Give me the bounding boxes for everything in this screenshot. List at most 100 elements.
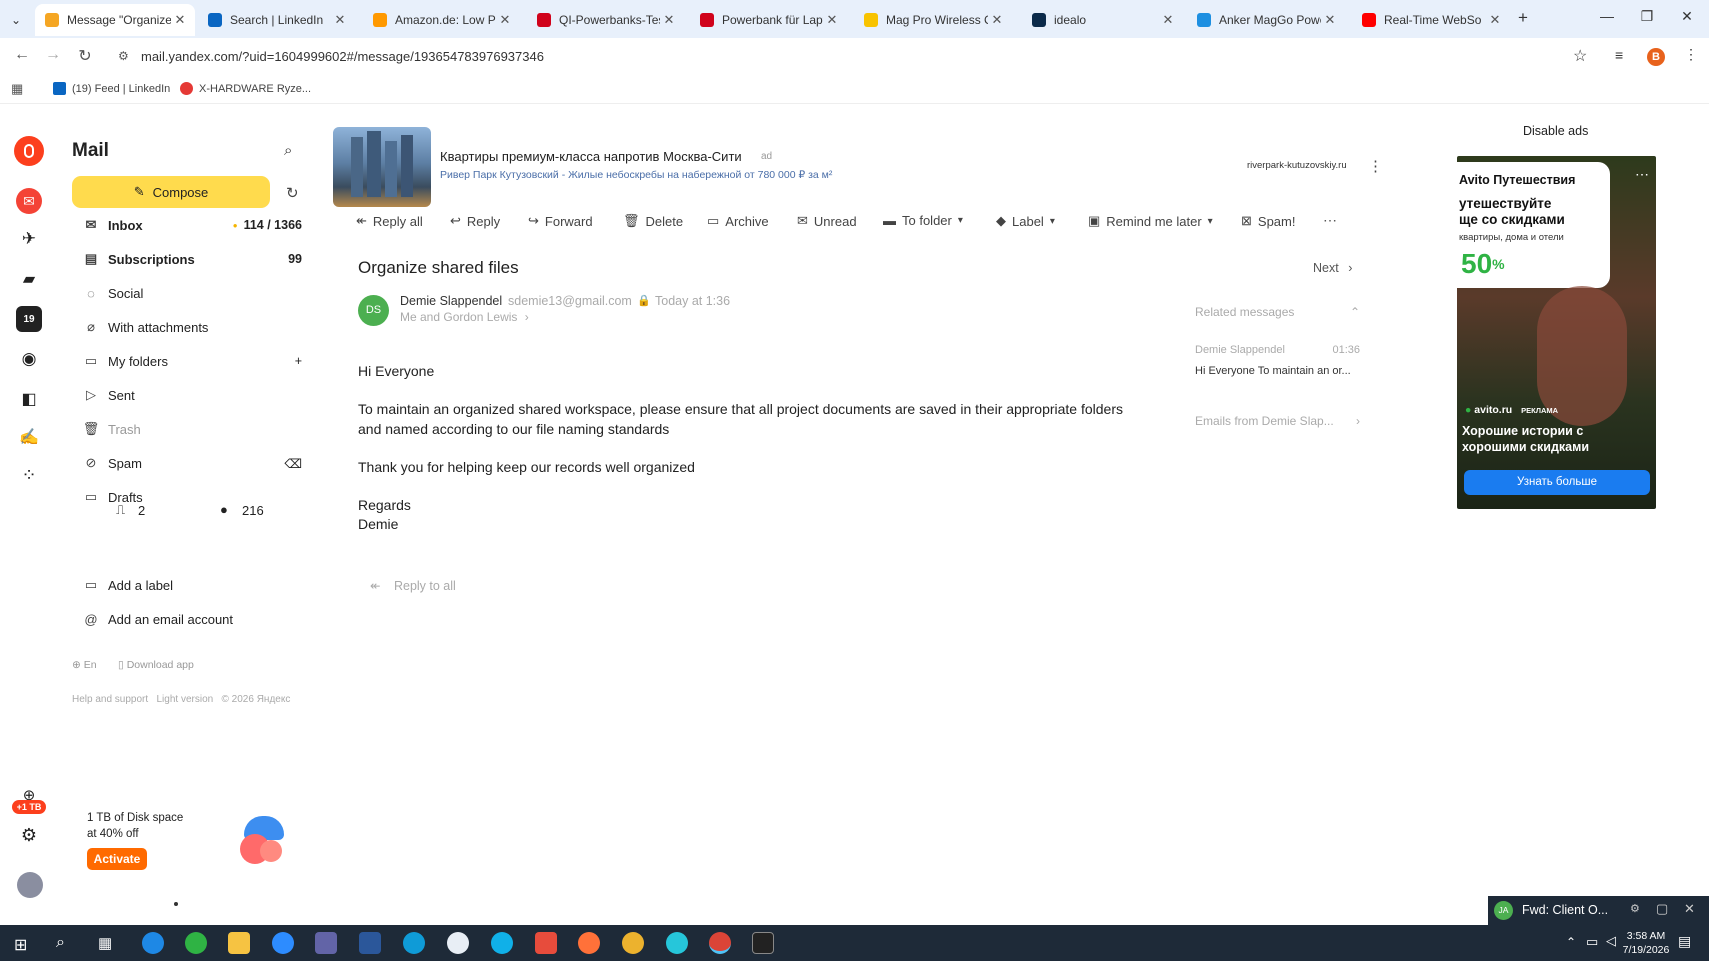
sender-email[interactable]: sdemie13@gmail.com	[508, 294, 632, 308]
right-ad-banner[interactable]: Avito Путешествия утешествуйте ще со ски…	[1457, 156, 1656, 509]
activate-button[interactable]: Activate	[87, 848, 147, 870]
calendar-icon[interactable]: 19	[16, 306, 42, 332]
reload-icon[interactable]: ↻	[74, 46, 96, 66]
right-ad-button[interactable]: Узнать больше	[1464, 470, 1650, 495]
edge-icon[interactable]	[403, 932, 425, 954]
disk-icon[interactable]: ▰	[16, 266, 42, 292]
teams-icon[interactable]	[315, 932, 337, 954]
tab-close-icon[interactable]: ✕	[496, 12, 514, 28]
bookmark-label-icon[interactable]: ⎍	[116, 502, 125, 518]
toolbar-button[interactable]: ▣ Remind me later ▾	[1088, 213, 1213, 229]
taskbar-search-icon[interactable]: ⌕	[56, 934, 65, 952]
browser-menu-icon[interactable]: ⋮	[1684, 46, 1698, 63]
sender-name[interactable]: Demie Slappendel	[400, 294, 502, 308]
site-info-icon[interactable]: ⚙	[118, 49, 129, 63]
notification-toast[interactable]: JA Fwd: Client O... ⚙ ▢ ✕	[1488, 896, 1709, 925]
toolbar-button[interactable]: 🗑 Delete	[623, 213, 683, 229]
media-controls-icon[interactable]: ≡	[1615, 47, 1623, 63]
browser-tab[interactable]: QI-Powerbanks-Test 2✕	[527, 4, 684, 36]
tab-close-icon[interactable]: ✕	[1486, 12, 1504, 28]
notification-settings-icon[interactable]: ⚙	[1630, 902, 1640, 915]
sidebar-folder[interactable]: ⊘ Spam ⌫	[82, 450, 302, 476]
dot-label-icon[interactable]: ●	[220, 502, 228, 517]
ad-banner-title[interactable]: Квартиры премиум-класса напротив Москва-…	[440, 149, 742, 164]
all-services-icon[interactable]: ⁘	[16, 462, 42, 488]
zoom-icon[interactable]	[272, 932, 294, 954]
ad-banner-domain[interactable]: riverpark-kutuzovskiy.ru	[1247, 160, 1347, 171]
telemost-icon[interactable]: ◉	[16, 346, 42, 372]
next-message-button[interactable]: Next ›	[1313, 261, 1352, 275]
browser-tab[interactable]: Powerbank für Laptop✕	[690, 4, 847, 36]
reply-to-all-button[interactable]: ↞ Reply to all	[370, 578, 456, 593]
tab-close-icon[interactable]: ✕	[823, 12, 841, 28]
toolbar-button[interactable]: ↪ Forward	[528, 213, 593, 229]
action-center-icon[interactable]: ▤	[1678, 933, 1691, 950]
toolbar-button[interactable]: ✉ Unread	[797, 213, 857, 229]
firefox-icon[interactable]	[578, 932, 600, 954]
add-account-button[interactable]: @ Add an email account	[82, 606, 302, 632]
chrome-icon[interactable]	[709, 932, 731, 954]
forms-icon[interactable]: ✍	[16, 424, 42, 450]
compose-button[interactable]: ✎ Compose	[72, 176, 270, 208]
browser-tab[interactable]: Amazon.de: Low Pric✕	[363, 4, 520, 36]
toolbar-button[interactable]: ↞ Reply all	[356, 213, 423, 229]
terminal-icon[interactable]	[752, 932, 774, 954]
volume-icon[interactable]: ◁	[1606, 933, 1616, 949]
sender-avatar[interactable]: DS	[358, 295, 389, 326]
toolbar-button[interactable]: ↩ Reply	[450, 213, 500, 229]
tab-close-icon[interactable]: ✕	[331, 12, 349, 28]
yandex-logo-icon[interactable]	[14, 136, 44, 166]
settings-gear-icon[interactable]: ⚙	[16, 822, 42, 848]
tab-close-icon[interactable]: ✕	[171, 12, 189, 28]
mail-service-icon[interactable]: ✉	[16, 188, 42, 214]
clock-date[interactable]: 7/19/2026	[1616, 944, 1676, 956]
task-view-icon[interactable]: ▦	[98, 934, 112, 952]
bookmark-star-icon[interactable]: ☆	[1573, 46, 1587, 66]
emails-from-link[interactable]: Emails from Demie Slap... ›	[1195, 414, 1360, 428]
related-item[interactable]: Demie Slappendel 01:36 Hi Everyone To ma…	[1195, 344, 1360, 384]
dot-label-count[interactable]: 216	[242, 503, 264, 518]
start-icon[interactable]: ⊞	[14, 935, 27, 955]
toolbar-button[interactable]: ▬ To folder ▾	[883, 213, 963, 228]
toolbar-button[interactable]: ◆ Label ▾	[996, 213, 1055, 229]
sidebar-folder[interactable]: ▷ Sent	[82, 382, 302, 408]
app-swirl-icon[interactable]	[666, 932, 688, 954]
network-icon[interactable]: ▭	[1586, 934, 1598, 950]
notification-expand-icon[interactable]: ▢	[1656, 901, 1668, 917]
back-icon[interactable]: ←	[11, 46, 33, 64]
ie-icon[interactable]	[142, 932, 164, 954]
word-icon[interactable]	[359, 932, 381, 954]
bookmark-linkedin[interactable]: (19) Feed | LinkedIn	[53, 82, 170, 95]
sidebar-folder[interactable]: ✉ Inbox ● 114 / 1366	[82, 212, 302, 238]
toolbar-button[interactable]: ⊠ Spam!	[1241, 213, 1295, 229]
notes-icon[interactable]: ◧	[16, 386, 42, 412]
cortana-icon[interactable]	[491, 932, 513, 954]
paint-icon[interactable]	[447, 932, 469, 954]
messenger-icon[interactable]: ✈	[16, 226, 42, 252]
toolbar-more-icon[interactable]: ⋯	[1323, 212, 1337, 229]
bookmark-xhardware[interactable]: X-HARDWARE Ryze...	[180, 82, 311, 95]
profile-avatar[interactable]: B	[1647, 48, 1665, 66]
store-icon[interactable]	[535, 932, 557, 954]
bookmark-label-count[interactable]: 2	[138, 503, 145, 518]
related-header[interactable]: Related messages ⌃	[1195, 305, 1360, 319]
notification-close-icon[interactable]: ✕	[1684, 901, 1695, 917]
ad-banner-image[interactable]	[333, 127, 431, 207]
new-tab-button[interactable]: +	[1518, 8, 1528, 28]
url-field[interactable]: mail.yandex.com/?uid=1604999602#/message…	[141, 49, 544, 64]
browser-tab[interactable]: idealo ✕	[1022, 4, 1183, 36]
chat-app-icon[interactable]	[185, 932, 207, 954]
disable-ads-link[interactable]: Disable ads	[1523, 124, 1588, 138]
tab-close-icon[interactable]: ✕	[1159, 12, 1177, 28]
browser-tab[interactable]: Real-Time WebSo ✕	[1352, 4, 1510, 36]
browser-tab[interactable]: Message "Organize s ✕	[35, 4, 195, 36]
ad-menu-icon[interactable]: ⋮	[1368, 157, 1383, 175]
language-switch[interactable]: ⊕ En	[72, 659, 97, 671]
search-icon[interactable]: ⌕	[284, 142, 292, 159]
toolbar-button[interactable]: ▭ Archive	[707, 213, 769, 229]
add-label-button[interactable]: ▭ Add a label	[82, 572, 302, 598]
sidebar-folder[interactable]: ▤ Subscriptions 99	[82, 246, 302, 272]
tray-chevron-icon[interactable]: ⌃	[1566, 935, 1576, 949]
recipients-toggle[interactable]: Me and Gordon Lewis ›	[400, 310, 529, 324]
sidebar-footer[interactable]: Help and support Light version © 2026 Ян…	[72, 694, 290, 705]
